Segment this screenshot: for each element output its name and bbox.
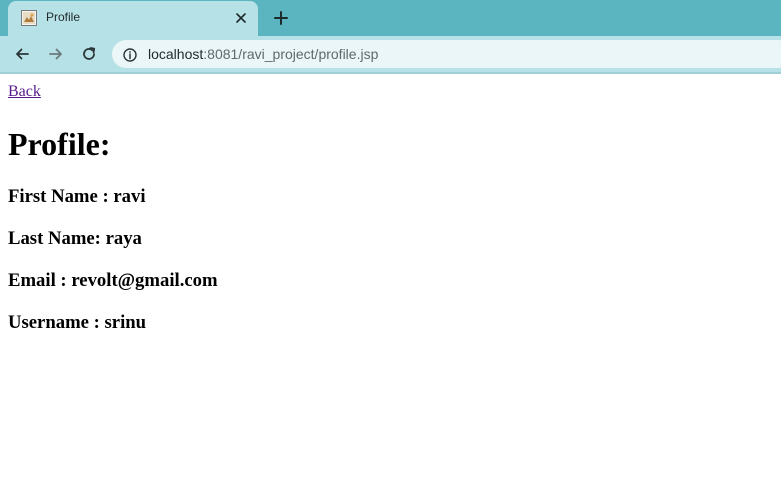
url-text[interactable]: localhost:8081/ravi_project/profile.jsp xyxy=(148,46,378,62)
arrow-right-icon[interactable] xyxy=(45,43,67,65)
first-name-field: First Name : ravi xyxy=(8,186,146,207)
tab-strip: Profile xyxy=(0,0,781,36)
arrow-left-icon[interactable] xyxy=(11,43,33,65)
tab-profile[interactable]: Profile xyxy=(8,1,258,36)
browser-window: Profile localhost:8081/ravi_project/prof… xyxy=(0,0,781,497)
page-content: Back Profile: First Name : ravi Last Nam… xyxy=(0,74,781,497)
back-link[interactable]: Back xyxy=(8,83,41,101)
page-favicon-icon xyxy=(21,10,37,26)
close-icon[interactable] xyxy=(232,9,250,27)
address-bar[interactable]: localhost:8081/ravi_project/profile.jsp xyxy=(112,40,781,68)
tab-title: Profile xyxy=(46,10,81,24)
username-field: Username : srinu xyxy=(8,312,147,333)
reload-icon[interactable] xyxy=(78,43,100,65)
browser-toolbar: localhost:8081/ravi_project/profile.jsp xyxy=(0,36,781,72)
info-icon[interactable] xyxy=(123,47,137,62)
last-name-field: Last Name: raya xyxy=(8,228,142,249)
email-field: Email : revolt@gmail.com xyxy=(8,270,218,291)
url-path: :8081/ravi_project/profile.jsp xyxy=(203,46,379,62)
plus-icon[interactable] xyxy=(271,8,291,28)
url-host: localhost xyxy=(148,46,204,62)
page-title: Profile: xyxy=(8,126,111,162)
